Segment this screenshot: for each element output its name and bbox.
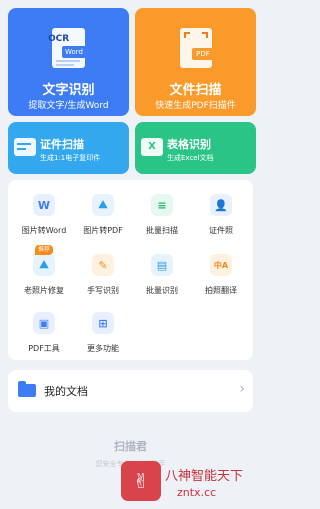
id-card-icon xyxy=(14,138,36,156)
bar xyxy=(17,143,31,145)
watermark: ✌ 八神智能天下 zntx.cc xyxy=(121,461,260,507)
tool-image-to-pdf[interactable]: ⛰ 图片转PDF xyxy=(74,194,132,242)
tool-photo-translate[interactable]: 中A 拍照翻译 xyxy=(192,254,250,302)
corner xyxy=(184,32,190,38)
word-tag: Word xyxy=(62,46,86,58)
id-photo-icon: 👤 xyxy=(210,194,232,216)
tool-label: 证件照 xyxy=(209,226,233,235)
tool-pdf-tools[interactable]: ▣ PDF工具 xyxy=(15,312,73,360)
tool-old-photo-restore[interactable]: ⛰ 推荐 老照片修复 xyxy=(15,245,73,302)
tool-label: 拍照翻译 xyxy=(205,286,237,295)
translate-icon: 中A xyxy=(210,254,232,276)
line xyxy=(56,60,80,62)
card-title: 文字识别 xyxy=(42,83,95,98)
tool-label: 手写识别 xyxy=(87,286,119,295)
tool-image-to-word[interactable]: W 图片转Word xyxy=(15,194,73,242)
tool-label: 图片转Word xyxy=(21,226,67,235)
brand-name: 扫描君 xyxy=(114,440,147,453)
card-subtitle: 生成Excel文档 xyxy=(167,154,214,162)
recommend-badge: 推荐 xyxy=(35,245,54,255)
tool-label: 批量扫描 xyxy=(146,226,178,235)
tool-label: 更多功能 xyxy=(87,344,119,353)
id-scan-card[interactable]: 证件扫描 生成1:1电子复印件 xyxy=(8,122,129,174)
watermark-title: 八神智能天下 xyxy=(165,469,244,484)
card-subtitle: 提取文字/生成Word xyxy=(28,101,109,111)
my-documents-row[interactable]: 我的文档 › xyxy=(8,370,253,412)
tool-id-photo[interactable]: 👤 证件照 xyxy=(192,194,250,242)
chevron-right-icon: › xyxy=(239,381,245,397)
text-recognition-card[interactable]: OCR Word 文字识别 提取文字/生成Word xyxy=(8,8,129,116)
ocr-document-icon: OCR Word xyxy=(48,28,86,68)
excel-icon: X xyxy=(141,138,163,156)
tool-more[interactable]: ⊞ 更多功能 xyxy=(74,312,132,360)
ocr-tag: OCR xyxy=(48,34,70,44)
tool-label: PDF工具 xyxy=(28,344,60,353)
word-icon: W xyxy=(33,194,55,216)
tool-handwriting[interactable]: ✎ 手写识别 xyxy=(74,254,132,302)
bar xyxy=(17,148,26,150)
batch-recognize-icon: ▤ xyxy=(151,254,173,276)
file-scan-card[interactable]: PDF 文件扫描 快速生成PDF扫描件 xyxy=(135,8,256,116)
grid-icon: ⊞ xyxy=(92,312,114,334)
corner xyxy=(202,32,208,38)
image-pdf-icon: ⛰ xyxy=(92,194,114,216)
card-title: 证件扫描 xyxy=(40,138,84,151)
tool-label: 批量识别 xyxy=(146,286,178,295)
tool-batch-recognize[interactable]: ▤ 批量识别 xyxy=(133,254,191,302)
table-recognition-card[interactable]: X 表格识别 生成Excel文档 xyxy=(135,122,256,174)
my-documents-label: 我的文档 xyxy=(44,385,88,398)
photo-restore-icon: ⛰ xyxy=(33,254,55,276)
pdf-tag: PDF xyxy=(192,48,214,60)
tools-panel: W 图片转Word ⛰ 图片转PDF ≡ 批量扫描 👤 证件照 ⛰ 推荐 老照片… xyxy=(8,180,253,360)
handwriting-icon: ✎ xyxy=(92,254,114,276)
tool-batch-scan[interactable]: ≡ 批量扫描 xyxy=(133,194,191,242)
card-title: 文件扫描 xyxy=(169,83,222,98)
pdf-scan-icon: PDF xyxy=(180,28,214,68)
card-subtitle: 生成1:1电子复印件 xyxy=(40,154,101,162)
card-subtitle: 快速生成PDF扫描件 xyxy=(155,101,236,111)
card-title: 表格识别 xyxy=(167,138,211,151)
watermark-url: zntx.cc xyxy=(177,486,217,499)
folder-icon xyxy=(18,381,36,397)
tool-label: 图片转PDF xyxy=(83,226,123,235)
batch-scan-icon: ≡ xyxy=(151,194,173,216)
line xyxy=(56,64,74,66)
hand-logo-icon: ✌ xyxy=(121,461,161,501)
briefcase-icon: ▣ xyxy=(33,312,55,334)
tool-label: 老照片修复 xyxy=(24,286,64,295)
